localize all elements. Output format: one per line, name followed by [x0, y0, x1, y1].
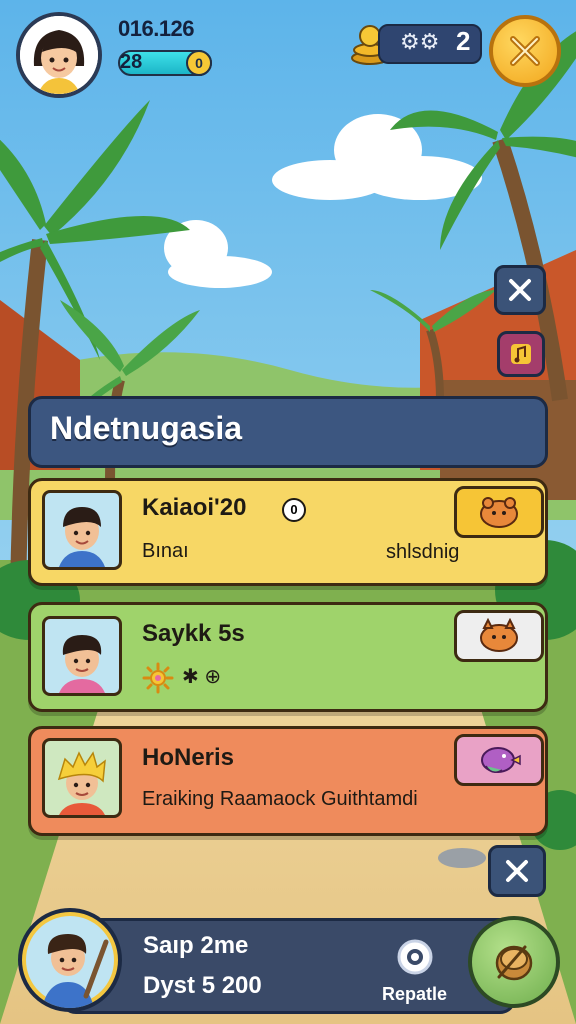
resource-count: 2: [456, 26, 471, 56]
pet-button-1[interactable]: [454, 486, 544, 538]
score-value: 016.126: [118, 16, 195, 41]
repeat-label[interactable]: Repatle: [382, 984, 447, 1005]
hero-portrait-icon: [26, 916, 114, 1008]
blonde-boy-portrait-icon: [57, 751, 106, 815]
character-portrait-2: [42, 616, 122, 696]
pet-button-2[interactable]: [454, 610, 544, 662]
boy-portrait-icon: [59, 635, 105, 693]
character-badge-1: 0: [282, 498, 306, 522]
close-icon: [509, 279, 531, 301]
purple-bird-icon: [481, 747, 521, 773]
character-subtitle-2: ✱ ⊕: [182, 666, 222, 688]
bottom-bar: [60, 918, 516, 1014]
pet-button-3[interactable]: [454, 734, 544, 786]
music-button[interactable]: [497, 331, 545, 377]
repeat-icon[interactable]: [396, 938, 434, 976]
player-avatar[interactable]: [16, 12, 102, 98]
character-name-1: Kaiaoi'20: [142, 494, 247, 521]
hero-stat-1: Saıp 2me: [143, 932, 249, 959]
game-screen: 016.126 28 0 ⚙⚙ 2 Ndetnugasia Kaiaoi'20 …: [0, 0, 576, 1024]
drum-icon: [495, 945, 533, 981]
character-portrait-3: [42, 738, 122, 818]
character-subtitle-3: Eraiking Raamaock Guithtamdi: [142, 788, 418, 810]
orange-beast-icon: [480, 618, 518, 652]
menu-button[interactable]: [489, 15, 561, 87]
coin-icon: 0: [186, 50, 212, 76]
character-name-3: HoNeris: [142, 744, 235, 771]
panel-title: Ndetnugasia: [50, 410, 243, 446]
music-note-icon: [511, 344, 531, 364]
close-button[interactable]: [494, 265, 546, 315]
character-name-2: Saykk 5s: [142, 620, 245, 647]
sun-icon: [142, 662, 174, 694]
character-status-1: shlsdnig: [386, 541, 460, 563]
boy-portrait-icon: [59, 507, 105, 567]
crossed-tools-icon: [510, 36, 540, 66]
hero-stat-2: Dyst 5 200: [143, 972, 262, 999]
close-button-bottom[interactable]: [488, 845, 546, 897]
character-portrait-1: [42, 490, 122, 570]
hero-avatar[interactable]: [18, 908, 122, 1012]
orange-creature-icon: [480, 497, 518, 528]
level-value: 28: [120, 51, 143, 73]
action-button[interactable]: [468, 916, 560, 1008]
close-icon: [506, 860, 528, 882]
character-subtitle-1: Bınaı: [142, 540, 189, 562]
gears-icon: ⚙⚙: [400, 30, 440, 55]
girl-portrait-icon: [20, 16, 98, 94]
